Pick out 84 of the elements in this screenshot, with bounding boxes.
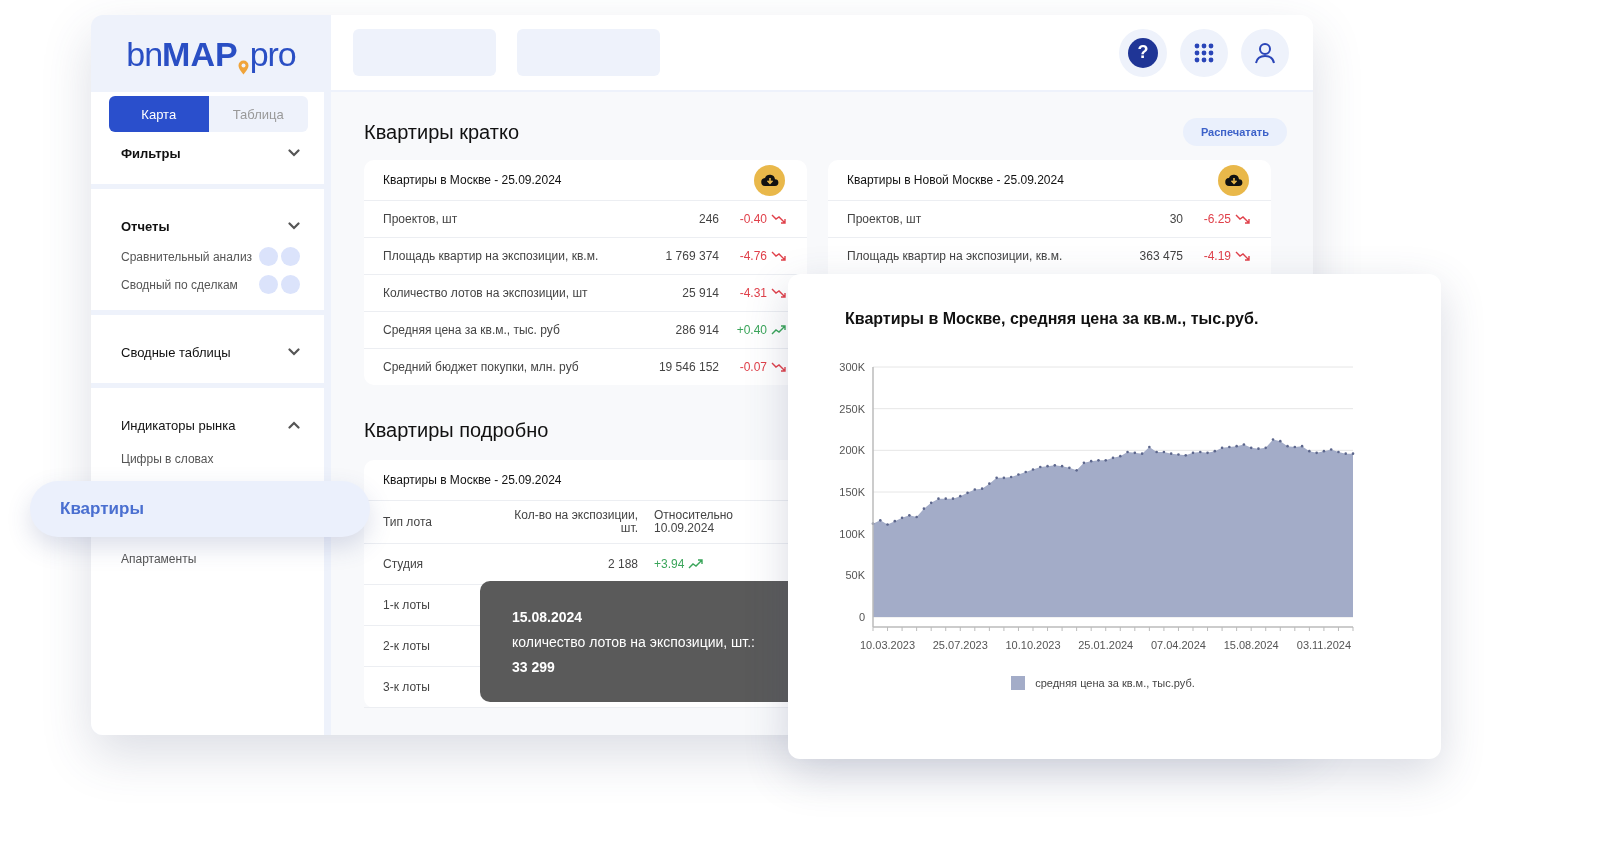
cloud-download-icon <box>760 173 779 187</box>
toggle-circle-icon[interactable] <box>259 275 278 294</box>
user-button[interactable] <box>1241 28 1289 77</box>
metric-label: Средний бюджет покупки, млн. руб <box>383 360 580 374</box>
grid-dots-icon <box>1194 42 1214 63</box>
y-axis-label: 0 <box>858 611 865 623</box>
cloud-download-icon <box>1224 173 1243 187</box>
toggle-circle-icon[interactable] <box>281 247 300 266</box>
x-axis-label: 10.03.2023 <box>860 639 916 651</box>
metric-change: -0.40 <box>738 212 767 226</box>
column-header: Кол-во на экспозиции, шт. <box>513 509 638 535</box>
metric-label: Проектов, шт <box>847 212 923 226</box>
sidebar-item[interactable]: Цифры в словах <box>121 446 300 472</box>
toggle-circle-icon[interactable] <box>281 275 300 294</box>
x-axis-label: 10.10.2023 <box>1005 639 1061 651</box>
table-cell-text: 3-к лоты <box>383 680 431 694</box>
metric-value: 30 <box>1169 212 1183 226</box>
metric-value: 246 <box>698 212 719 226</box>
section-title[interactable]: Сводные таблицы <box>121 344 231 360</box>
metric-label: Площадь квартир на экспозиции, кв.м. <box>383 249 600 263</box>
metric-label: Площадь квартир на экспозиции, кв.м. <box>847 249 1064 263</box>
metric-change: -4.76 <box>738 249 767 263</box>
apps-button[interactable] <box>1180 28 1228 77</box>
x-axis-label: 03.11.2024 <box>1296 639 1352 651</box>
chevron-up-icon[interactable] <box>288 421 300 429</box>
card-title: Квартиры в Москве - 25.09.2024 <box>383 473 562 487</box>
download-button[interactable] <box>754 164 785 196</box>
toggle-circle-icon[interactable] <box>259 247 278 266</box>
table-cell: +3.94 <box>654 557 685 571</box>
metric-label: Количество лотов на экспозиции, шт <box>383 286 589 300</box>
x-axis-label: 25.01.2024 <box>1078 639 1134 651</box>
y-axis-label: 100K <box>839 527 865 540</box>
legend-label: средняя цена за кв.м., тыс.руб. <box>1035 677 1195 689</box>
table-cell-text: Студия <box>383 557 425 571</box>
section-title[interactable]: Индикаторы рынка <box>121 417 236 433</box>
card-title: Квартиры в Новой Москве - 25.09.2024 <box>847 173 1064 187</box>
chart-title: Квартиры в Москве, средняя цена за кв.м., тыс.руб. <box>845 310 1260 328</box>
table-cell-text: 2 188 <box>606 557 638 571</box>
metric-value: 19 546 152 <box>658 360 719 374</box>
tooltip-value: 33 299 <box>512 658 556 677</box>
y-axis-label: 50K <box>845 569 865 582</box>
metric-value: 25 914 <box>682 286 719 300</box>
section-heading: Квартиры кратко <box>364 120 520 144</box>
chevron-down-icon[interactable] <box>288 149 300 157</box>
y-axis-label: 250K <box>839 402 865 415</box>
table-cell-text: 1-к лоты <box>383 598 431 612</box>
view-tab[interactable]: Карта <box>109 96 209 132</box>
column-header: Тип лота <box>383 515 433 529</box>
metric-label: Проектов, шт <box>383 212 459 226</box>
metric-change: +0.40 <box>735 323 767 337</box>
table-cell-text: 2-к лоты <box>383 639 431 653</box>
metric-change: -4.31 <box>738 286 767 300</box>
section-title[interactable]: Отчеты <box>121 218 170 234</box>
sidebar-item[interactable]: Сравнительный анализ <box>121 249 256 264</box>
print-button[interactable]: Распечатать <box>1182 118 1287 146</box>
download-button[interactable] <box>1218 164 1249 196</box>
logo: bnMAP pro <box>126 36 296 71</box>
column-header: Относительно 10.09.2024 <box>654 509 735 535</box>
help-button[interactable]: ? <box>1119 28 1167 77</box>
y-axis-label: 300K <box>839 361 865 373</box>
tooltip-label: количество лотов на экспозиции, шт.: <box>512 633 756 652</box>
user-icon <box>1254 41 1276 64</box>
metric-value: 363 475 <box>1139 249 1183 263</box>
metric-change: -4.19 <box>1202 249 1231 263</box>
x-axis-label: 15.08.2024 <box>1223 639 1279 651</box>
selected-sidebar-item[interactable]: Квартиры <box>30 481 370 537</box>
chevron-down-icon[interactable] <box>288 348 300 356</box>
section-heading: Квартиры подробно <box>364 419 550 442</box>
metric-change: -6.25 <box>1202 212 1231 226</box>
metric-value: 1 769 374 <box>665 249 719 263</box>
sidebar-item[interactable]: Апартаменты <box>121 546 300 572</box>
section-title[interactable]: Фильтры <box>121 145 181 161</box>
sidebar-item[interactable]: Сводный по сделкам <box>121 277 256 292</box>
chevron-down-icon[interactable] <box>288 222 300 230</box>
card-title: Квартиры в Москве - 25.09.2024 <box>383 173 562 187</box>
map-pin-icon <box>237 59 249 75</box>
metric-change: -0.07 <box>738 360 767 374</box>
metric-label: Средняя цена за кв.м., тыс. руб <box>383 323 561 337</box>
y-axis-label: 150K <box>839 486 865 498</box>
x-axis-label: 25.07.2023 <box>932 639 988 651</box>
tooltip-date: 15.08.2024 <box>512 608 584 627</box>
y-axis-label: 200K <box>839 444 865 457</box>
x-axis-label: 07.04.2024 <box>1150 639 1206 651</box>
metric-value: 286 914 <box>675 323 719 337</box>
